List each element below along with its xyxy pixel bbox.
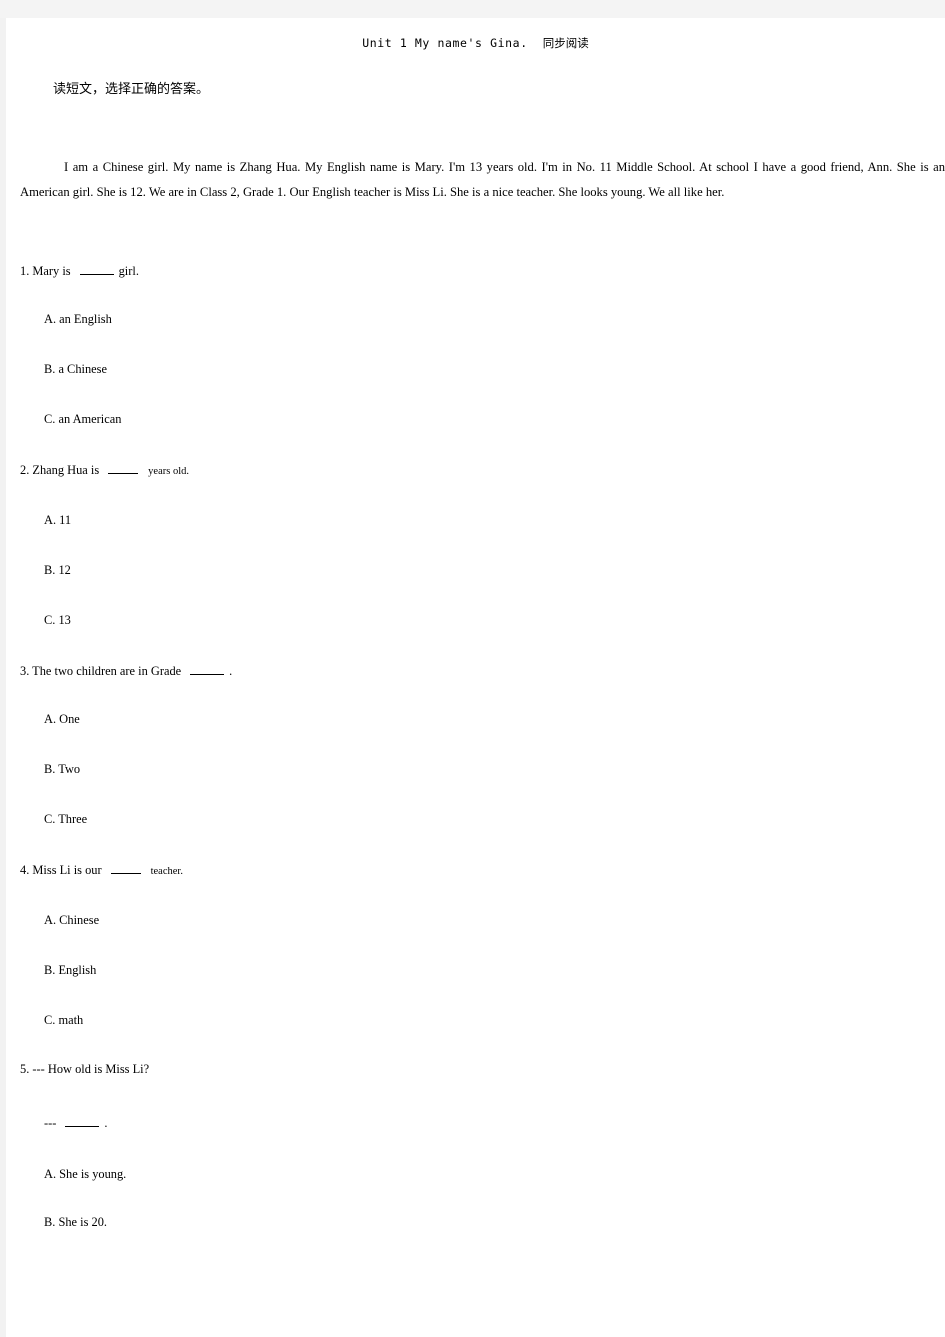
question-text: Miss Li is our — [32, 863, 102, 878]
answer-dash: --- — [44, 1116, 57, 1131]
question-number: 5. — [20, 1061, 30, 1076]
option-item[interactable]: A. 11 — [44, 513, 945, 528]
option-item[interactable]: A. She is young. — [44, 1167, 945, 1182]
answer-blank[interactable] — [190, 663, 225, 675]
question-text-tail: teacher. — [150, 866, 183, 878]
option-item[interactable]: B. a Chinese — [44, 362, 945, 377]
header-title-cjk: 同步阅读 — [542, 36, 589, 50]
option-item[interactable]: B. 12 — [44, 563, 945, 578]
question-list: 1. Mary is girl. A. an English B. a Chine… — [20, 263, 945, 1230]
question-text: Mary is — [32, 264, 71, 278]
option-item[interactable]: C. Three — [44, 812, 945, 827]
question-stem: 1. Mary is girl. — [20, 263, 945, 277]
instruction-text: 读短文，选择正确的答案。 — [53, 82, 210, 97]
question-stem: 3. The two children are in Grade. — [20, 663, 945, 677]
worksheet-page: Unit 1 My name's Gina. 同步阅读 读短文，选择正确的答案。… — [6, 18, 945, 1337]
question-number: 3. — [20, 663, 30, 678]
option-item[interactable]: A. Chinese — [44, 913, 945, 928]
option-item[interactable]: C. an American — [44, 412, 945, 427]
option-item[interactable]: C. 13 — [44, 613, 945, 628]
option-item[interactable]: A. an English — [44, 312, 945, 327]
option-item[interactable]: A. One — [44, 712, 945, 727]
question-number: 4. — [20, 863, 30, 878]
header-title-latin: Unit 1 My name's Gina. — [362, 36, 528, 50]
answer-blank[interactable] — [79, 263, 114, 275]
question-text-tail: . — [229, 663, 233, 678]
option-item[interactable]: B. She is 20. — [44, 1215, 945, 1230]
document-header: Unit 1 My name's Gina. 同步阅读 — [6, 18, 945, 51]
question-text: --- How old is Miss Li? — [32, 1061, 150, 1076]
question-stem: 5. --- How old is Miss Li? — [20, 1063, 945, 1075]
question-text-tail: girl. — [118, 264, 139, 278]
question-text-tail: years old. — [148, 466, 189, 478]
answer-prompt-line: ---. — [44, 1115, 945, 1129]
question-stem: 2. Zhang Hua is years old. — [20, 462, 945, 478]
answer-line-tail: . — [104, 1116, 108, 1131]
question-text: The two children are in Grade — [32, 663, 182, 678]
question-number: 1. — [20, 264, 30, 278]
document-viewport: Unit 1 My name's Gina. 同步阅读 读短文，选择正确的答案。… — [0, 0, 945, 1337]
reading-passage: I am a Chinese girl. My name is Zhang Hu… — [20, 160, 945, 199]
option-item[interactable]: C. math — [44, 1013, 945, 1028]
option-item[interactable]: B. Two — [44, 762, 945, 777]
answer-blank[interactable] — [65, 1115, 100, 1128]
question-stem: 4. Miss Li is our teacher. — [20, 862, 945, 878]
question-text: Zhang Hua is — [32, 463, 100, 478]
option-item[interactable]: B. English — [44, 963, 945, 978]
question-number: 2. — [20, 463, 30, 478]
answer-blank[interactable] — [108, 462, 139, 475]
answer-blank[interactable] — [110, 862, 141, 875]
